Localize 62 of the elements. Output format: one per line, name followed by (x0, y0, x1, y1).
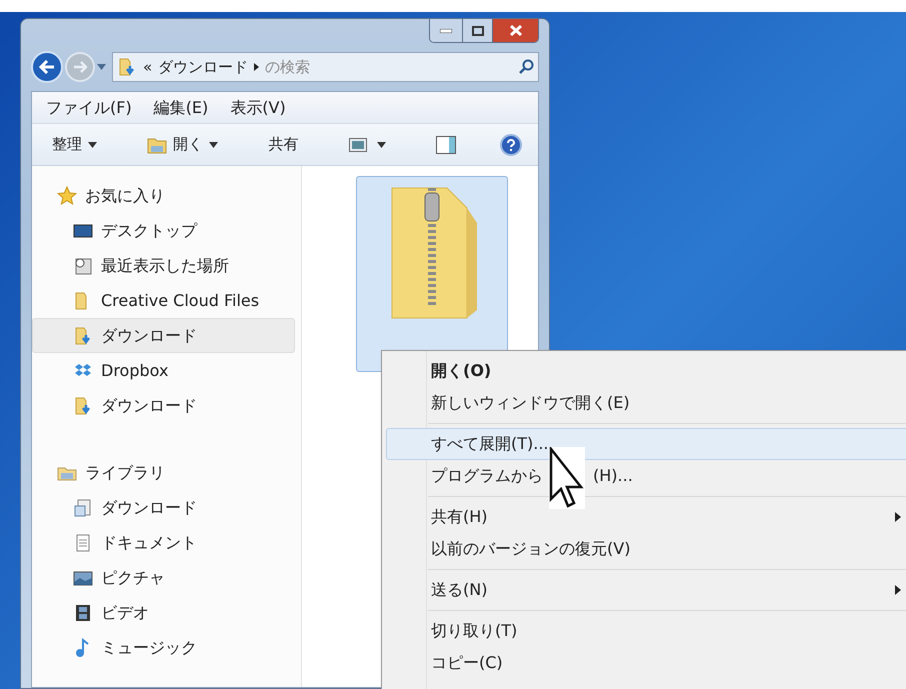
navigation-item[interactable]: 最近表示した場所 (32, 248, 295, 283)
forward-arrow-icon (73, 61, 87, 73)
help-icon (506, 138, 516, 150)
navigation-item[interactable]: お気に入り (32, 178, 295, 213)
context-menu-item[interactable]: プログラムから (H)... (386, 460, 906, 492)
picture-icon (348, 138, 367, 152)
search-icon (518, 59, 534, 75)
back-button[interactable] (31, 51, 63, 83)
navigation-item[interactable]: Dropbox (32, 353, 295, 388)
menu-bar-item[interactable]: ファイル(F) (46, 96, 132, 120)
maximize-icon (472, 26, 484, 36)
breadcrumb[interactable]: ダウンロード (158, 56, 248, 78)
pane-icon (436, 136, 456, 154)
navigation-item[interactable]: ビデオ (32, 595, 295, 630)
caret-icon (88, 142, 97, 148)
context-menu-item[interactable]: すべて展開(T)... (386, 428, 906, 460)
address-bar[interactable]: « ダウンロード の検索 (112, 52, 539, 82)
navigation-item[interactable]: ダウンロード (32, 318, 295, 353)
navigation-item[interactable]: デスクトップ (32, 213, 295, 248)
download-folder-icon (117, 57, 137, 77)
navigation-item[interactable]: ダウンロード (32, 388, 295, 423)
menu-bar-item[interactable]: 表示(V) (230, 96, 286, 120)
context-menu-item[interactable]: コピー(C) (386, 647, 906, 679)
search-field[interactable]: の検索 (265, 56, 512, 78)
open-button[interactable]: 開く (141, 133, 224, 156)
minimize-icon (440, 28, 452, 32)
minimize-button[interactable] (430, 19, 462, 42)
download-folder-icon (73, 396, 93, 416)
mouse-pointer-icon (549, 447, 585, 509)
document-library-icon (73, 498, 93, 518)
star-icon (57, 186, 77, 206)
back-arrow-icon (39, 60, 55, 74)
close-button[interactable] (492, 19, 538, 42)
caret-icon (209, 142, 218, 148)
navigation-item[interactable]: Creative Cloud Files (32, 283, 295, 318)
context-menu-item[interactable]: 共有(H) (386, 501, 906, 533)
navigation-item[interactable]: ピクチャ (32, 560, 295, 595)
caret-icon (97, 64, 106, 70)
navigation-item[interactable]: ドキュメント (32, 525, 295, 560)
share-button[interactable]: 共有 (262, 133, 304, 156)
caret-icon (376, 142, 386, 148)
submenu-arrow-icon (895, 512, 901, 522)
context-menu-item[interactable]: 送る(N) (386, 574, 906, 606)
navigation-item[interactable]: ミュージック (32, 630, 295, 665)
film-icon (73, 602, 93, 622)
folder-icon (147, 136, 168, 154)
organize-button[interactable]: 整理 (46, 133, 103, 156)
navigation-item[interactable]: ライブラリ (32, 455, 295, 490)
context-menu-item[interactable]: 新しいウィンドウで開く(E) (386, 387, 906, 419)
recent-places-icon (73, 256, 93, 276)
navigation-item[interactable]: ダウンロード (32, 490, 295, 525)
overflow-chevron[interactable]: « (143, 56, 152, 78)
context-menu-item[interactable]: 以前のバージョンの復元(V) (386, 533, 906, 565)
menu-bar-item[interactable]: 編集(E) (154, 96, 208, 120)
submenu-arrow-icon (895, 585, 901, 595)
context-menu-item[interactable]: 切り取り(T) (386, 615, 906, 647)
close-icon (510, 25, 522, 36)
context-menu-item[interactable]: 開く(O) (386, 355, 906, 387)
breadcrumb-arrow-icon (254, 63, 260, 71)
maximize-button[interactable] (462, 19, 492, 42)
help-button[interactable] (500, 134, 522, 156)
download-folder-icon (73, 326, 93, 346)
